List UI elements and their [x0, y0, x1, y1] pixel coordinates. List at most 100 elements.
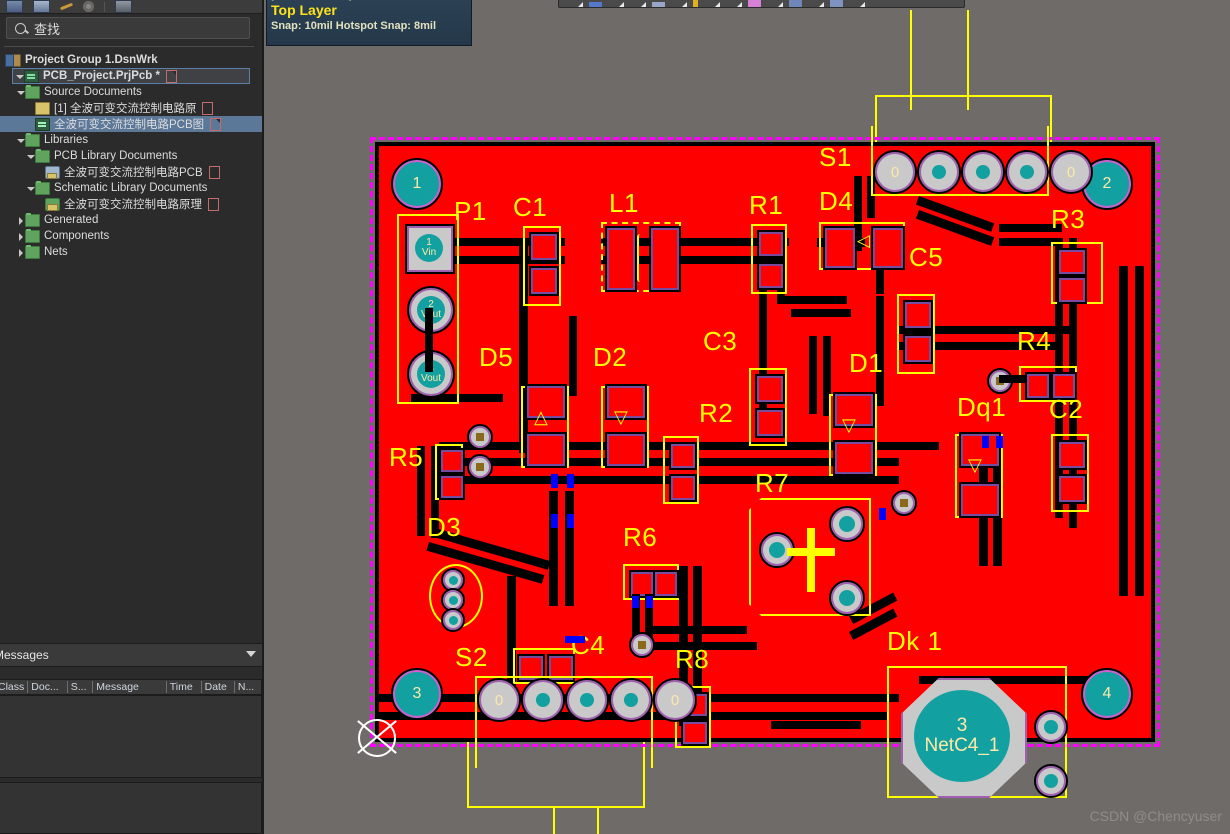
- messages-column-3[interactable]: Message: [93, 681, 167, 693]
- pad-r6-2[interactable]: [653, 570, 679, 598]
- messages-list[interactable]: [0, 695, 262, 778]
- pad-r5-2[interactable]: [439, 474, 465, 500]
- messages-column-4[interactable]: Time: [167, 681, 202, 693]
- pad-r2-1[interactable]: [669, 442, 697, 470]
- pad-c5-1[interactable]: [903, 300, 933, 330]
- pad-r3-2[interactable]: [1057, 276, 1087, 304]
- messages-column-0[interactable]: Class: [0, 681, 29, 693]
- pad-s1-5[interactable]: 0: [1049, 150, 1093, 194]
- pad-d4-1[interactable]: [823, 226, 857, 270]
- chevron-down-icon[interactable]: [15, 72, 24, 81]
- layer-swatch-5[interactable]: [789, 0, 802, 7]
- pad-s1-2[interactable]: [917, 150, 961, 194]
- pad-dq1-2[interactable]: [959, 482, 1001, 518]
- chevron-right-icon[interactable]: [16, 232, 25, 241]
- tree-item-0[interactable]: PCB_Project.PrjPcb *: [12, 68, 250, 84]
- pad-c2-1[interactable]: [1057, 440, 1087, 470]
- pad-s2-4[interactable]: [609, 678, 653, 722]
- pad-l1-1[interactable]: [605, 226, 637, 292]
- tree-item-10[interactable]: Components: [0, 228, 262, 244]
- pcb-canvas[interactable]: y: 2040.000 dy: 2320.000 mil Top Layer S…: [262, 0, 1230, 834]
- tree-item-5[interactable]: PCB Library Documents: [0, 148, 262, 164]
- pad-l1-2[interactable]: [649, 226, 681, 292]
- messages-column-1[interactable]: Doc...: [28, 681, 68, 693]
- messages-column-2[interactable]: S...: [68, 681, 94, 693]
- top-copper-layer[interactable]: P1 1 Vin 2 Vout 3 Vout: [379, 126, 1151, 798]
- chevron-right-icon[interactable]: [16, 248, 25, 257]
- mounting-hole-4[interactable]: 4: [1081, 668, 1133, 720]
- pad-dk1-3[interactable]: [1034, 764, 1068, 798]
- pad-r7-3[interactable]: [829, 580, 865, 616]
- pad-r7-2[interactable]: [829, 506, 865, 542]
- toolbar-dropdown-1[interactable]: [567, 0, 583, 7]
- pad-p1-1-copper[interactable]: 1 Vin: [415, 234, 443, 262]
- pad-c2-2[interactable]: [1057, 474, 1087, 504]
- messages-detail-pane[interactable]: [0, 782, 262, 834]
- toolbar-dropdown-6[interactable]: [726, 0, 742, 7]
- layer-swatch-4[interactable]: [748, 0, 761, 7]
- layer-swatch-3[interactable]: [693, 0, 698, 7]
- tree-item-8[interactable]: 全波可变交流控制电路原理: [0, 196, 262, 212]
- toolbar-dropdown-3[interactable]: [630, 0, 646, 7]
- chevron-down-icon[interactable]: [26, 152, 35, 161]
- tree-item-1[interactable]: Source Documents: [0, 84, 262, 100]
- layer-swatch-1[interactable]: [589, 2, 602, 7]
- tree-item-9[interactable]: Generated: [0, 212, 262, 228]
- layer-swatch-6[interactable]: [830, 0, 843, 7]
- mounting-hole-1[interactable]: 1: [391, 158, 443, 210]
- pad-s2-1[interactable]: 0: [477, 678, 521, 722]
- pad-d3-3[interactable]: [441, 608, 465, 632]
- via[interactable]: [629, 632, 655, 658]
- gear-icon[interactable]: [83, 1, 94, 12]
- layer-swatch-2[interactable]: [652, 2, 665, 7]
- pad-c3-2[interactable]: [755, 408, 785, 438]
- tree-item-2[interactable]: [1] 全波可变交流控制电路原: [0, 100, 262, 116]
- pad-c1-1[interactable]: [529, 232, 559, 262]
- save-icon[interactable]: [33, 0, 50, 13]
- pad-r2-2[interactable]: [669, 474, 697, 502]
- chevron-down-icon[interactable]: [26, 184, 35, 193]
- toolbar-dropdown-7[interactable]: [767, 0, 783, 7]
- toolbar-dropdown-2[interactable]: [608, 0, 624, 7]
- pad-r1-1[interactable]: [757, 230, 785, 258]
- tree-item-11[interactable]: Nets: [0, 244, 262, 260]
- chevron-down-icon[interactable]: [246, 651, 256, 657]
- mounting-hole-3[interactable]: 3: [391, 668, 443, 720]
- toolbar-dropdown-9[interactable]: [849, 0, 865, 7]
- pad-s1-4[interactable]: [1005, 150, 1049, 194]
- tree-item-6[interactable]: 全波可变交流控制电路PCB: [0, 164, 262, 180]
- pad-s2-2[interactable]: [521, 678, 565, 722]
- toolbar-dropdown-5[interactable]: [704, 0, 720, 7]
- pad-s2-5[interactable]: 0: [653, 678, 697, 722]
- via[interactable]: [891, 490, 917, 516]
- project-tree[interactable]: Project Group 1.DsnWrk PCB_Project.PrjPc…: [0, 52, 262, 260]
- pad-r4-1[interactable]: [1025, 372, 1051, 400]
- wand-icon[interactable]: [59, 2, 74, 11]
- tree-item-3[interactable]: 全波可变交流控制电路PCB图: [0, 116, 262, 132]
- pad-s1-1[interactable]: 0: [873, 150, 917, 194]
- pad-r5-1[interactable]: [439, 448, 465, 474]
- pad-d4-2[interactable]: [871, 226, 905, 270]
- chevron-right-icon[interactable]: [16, 216, 25, 225]
- floating-toolbar[interactable]: [558, 0, 965, 8]
- pad-d5-2[interactable]: [525, 432, 567, 468]
- chevron-down-icon[interactable]: [16, 136, 25, 145]
- chevron-down-icon[interactable]: [16, 88, 25, 97]
- pad-c1-2[interactable]: [529, 266, 559, 296]
- messages-panel-header[interactable]: Messages: [0, 643, 262, 667]
- pad-c3-1[interactable]: [755, 374, 785, 404]
- pcb-board[interactable]: P1 1 Vin 2 Vout 3 Vout: [370, 126, 1160, 798]
- pad-r1-2[interactable]: [757, 262, 785, 290]
- tree-root-item[interactable]: Project Group 1.DsnWrk: [0, 52, 262, 68]
- tree-item-4[interactable]: Libraries: [0, 132, 262, 148]
- pad-r3-1[interactable]: [1057, 248, 1087, 276]
- via[interactable]: [467, 424, 493, 450]
- messages-column-headers[interactable]: Class Doc... S... Message Time Date N...: [0, 679, 262, 695]
- pad-dk1-2[interactable]: [1034, 710, 1068, 744]
- open-icon[interactable]: [6, 0, 23, 13]
- search-input[interactable]: 查找: [6, 17, 250, 39]
- pad-r8-2[interactable]: [681, 720, 709, 746]
- toolbar-dropdown-4[interactable]: [671, 0, 687, 7]
- toolbar-dropdown-8[interactable]: [808, 0, 824, 7]
- pad-s2-3[interactable]: [565, 678, 609, 722]
